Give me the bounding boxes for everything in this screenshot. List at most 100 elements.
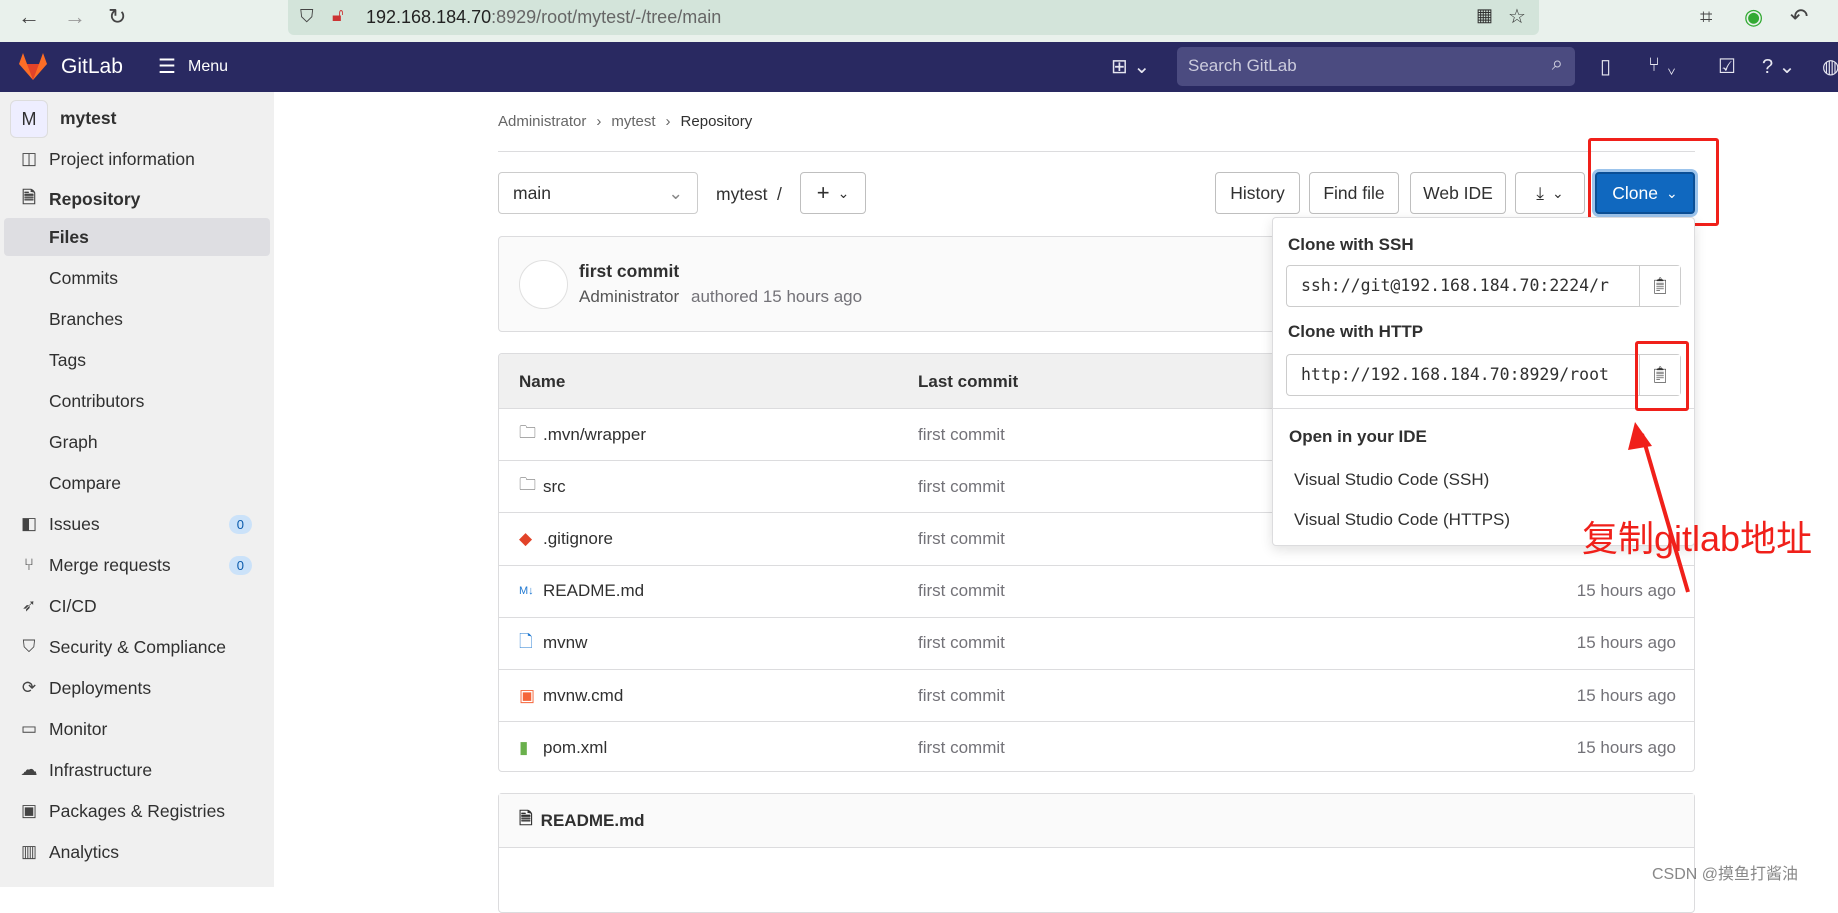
search-icon: ⌕	[1551, 53, 1563, 75]
table-row[interactable]: ▮ pom.xml first commit 15 hours ago	[499, 721, 1694, 771]
sidebar-item-repository[interactable]: 🗎︎ Repository	[0, 180, 274, 218]
commit-message[interactable]: first commit	[918, 425, 1005, 445]
sidebar-item-tags[interactable]: Tags	[0, 341, 274, 379]
commit-message[interactable]: first commit	[918, 686, 1005, 706]
sidebar-item-project-information[interactable]: ◫ Project information	[0, 140, 274, 178]
merge-request-icon[interactable]: ⑂ ⌄	[1648, 54, 1678, 77]
commit-message[interactable]: first commit	[918, 633, 1005, 653]
http-url: http://192.168.184.70:8929/root	[1301, 365, 1609, 384]
sidebar-item-contributors[interactable]: Contributors	[0, 382, 274, 420]
sidebar-item-packages-registries[interactable]: ▣ Packages & Registries	[0, 792, 274, 830]
table-row[interactable]: 🗋︎ mvnw first commit 15 hours ago	[499, 616, 1694, 669]
commit-author[interactable]: Administrator	[579, 287, 679, 307]
chevron-down-icon: ⌄	[668, 182, 683, 203]
sidebar-item-infrastructure[interactable]: ☁ Infrastructure	[0, 751, 274, 789]
table-row[interactable]: M↓ README.md first commit 15 hours ago	[499, 564, 1694, 617]
new-item-icon[interactable]: ⊞ ⌄	[1111, 54, 1150, 79]
annotation-highlight-clone	[1588, 138, 1719, 226]
project-avatar[interactable]: M	[10, 100, 48, 138]
history-button[interactable]: History	[1215, 172, 1300, 214]
sidebar-item-label: Repository	[49, 188, 141, 209]
path-root[interactable]: mytest	[716, 184, 768, 205]
ssh-label: Clone with SSH	[1288, 235, 1414, 254]
web-ide-button[interactable]: Web IDE	[1410, 172, 1506, 214]
sidebar-item-label: Security & Compliance	[49, 636, 227, 657]
http-url-field[interactable]: http://192.168.184.70:8929/root 📋︎	[1286, 354, 1681, 396]
cloud-icon: ☁	[20, 760, 38, 779]
sidebar-item-merge-requests[interactable]: ⑂ Merge requests 0	[0, 546, 274, 584]
menu-button[interactable]: Menu	[188, 58, 228, 76]
forward-icon[interactable]: →	[64, 4, 86, 30]
file-name[interactable]: README.md	[543, 581, 644, 601]
vscode-https-option[interactable]: Visual Studio Code (HTTPS)	[1294, 510, 1510, 530]
issues-icon[interactable]: ▯	[1600, 54, 1611, 79]
ssh-url-field[interactable]: ssh://git@192.168.184.70:2224/r 📋︎	[1286, 265, 1681, 307]
ide-label: Open in your IDE	[1289, 427, 1427, 446]
search-input[interactable]: Search GitLab ⌕	[1177, 47, 1575, 86]
reload-icon[interactable]: ↻	[108, 4, 126, 30]
sidebar-item-label: Issues	[49, 513, 100, 534]
bookmark-star-icon[interactable]: ☆	[1508, 4, 1526, 29]
help-icon[interactable]: ? ⌄	[1762, 54, 1795, 79]
avatar[interactable]	[519, 260, 568, 309]
branch-select[interactable]: main ⌄	[498, 172, 698, 214]
readme-title[interactable]: README.md	[541, 811, 645, 831]
gitlab-brand[interactable]: GitLab	[61, 55, 123, 79]
sidebar-item-files[interactable]: Files	[4, 218, 270, 256]
file-name[interactable]: pom.xml	[543, 738, 607, 758]
undo-icon[interactable]: ↶	[1790, 4, 1808, 30]
sidebar-item-label: Project information	[49, 148, 195, 169]
sidebar-item-deployments[interactable]: ⟳ Deployments	[0, 669, 274, 707]
crop-icon[interactable]: ⌗	[1700, 4, 1712, 30]
add-button[interactable]: + ⌄	[800, 172, 866, 214]
divider	[1273, 408, 1694, 409]
todo-icon[interactable]: ☑	[1718, 54, 1736, 79]
file-name[interactable]: .mvn/wrapper	[543, 425, 646, 445]
download-icon: ⤓	[1536, 182, 1544, 203]
sidebar-item-ci-cd[interactable]: ➶ CI/CD	[0, 587, 274, 625]
sidebar-item-commits[interactable]: Commits	[0, 259, 274, 297]
sidebar-item-monitor[interactable]: ▭ Monitor	[0, 710, 274, 748]
sidebar-item-graph[interactable]: Graph	[0, 423, 274, 461]
project-name[interactable]: mytest	[60, 108, 116, 129]
sidebar-item-label: CI/CD	[49, 595, 97, 616]
sidebar-item-analytics[interactable]: ▥ Analytics	[0, 833, 274, 871]
file-name[interactable]: mvnw.cmd	[543, 686, 623, 706]
document-icon: 🗎︎	[519, 809, 533, 828]
commit-message[interactable]: first commit	[918, 529, 1005, 549]
sidebar-item-issues[interactable]: ◧ Issues 0	[0, 505, 274, 543]
chart-icon: ▥	[20, 842, 38, 861]
commit-meta: authored 15 hours ago	[691, 287, 863, 306]
qr-code-icon[interactable]: ▦	[1476, 5, 1493, 26]
download-button[interactable]: ⤓ ⌄	[1515, 172, 1585, 214]
commit-message[interactable]: first commit	[918, 738, 1005, 758]
gitlab-logo-icon[interactable]	[18, 52, 48, 81]
commit-title[interactable]: first commit	[579, 261, 679, 282]
path-separator: /	[777, 184, 782, 204]
file-name[interactable]: .gitignore	[543, 529, 613, 549]
folder-icon: 🗀︎	[519, 475, 536, 495]
browser-toolbar: ← → ↻ ⛉ 🔓︎ ▦ ☆ 192.168.184.70:8929/root/…	[0, 0, 1838, 42]
find-file-button[interactable]: Find file	[1309, 172, 1399, 214]
commit-message[interactable]: first commit	[918, 477, 1005, 497]
sidebar-item-security-compliance[interactable]: ⛉ Security & Compliance	[0, 628, 274, 666]
breadcrumb-mytest[interactable]: mytest	[611, 113, 655, 130]
copy-ssh-button[interactable]: 📋︎	[1639, 266, 1680, 306]
breadcrumb-repository[interactable]: Repository	[681, 113, 753, 130]
vscode-ssh-option[interactable]: Visual Studio Code (SSH)	[1294, 470, 1489, 490]
breadcrumb-administrator[interactable]: Administrator	[498, 113, 586, 130]
commit-message[interactable]: first commit	[918, 581, 1005, 601]
hamburger-icon[interactable]: ☰	[158, 54, 176, 79]
file-name[interactable]: src	[543, 477, 566, 497]
back-icon[interactable]: ←	[18, 4, 40, 30]
sidebar-item-label: Packages & Registries	[49, 800, 226, 821]
url-text[interactable]: 192.168.184.70:8929/root/mytest/-/tree/m…	[366, 7, 721, 28]
avatar[interactable]: ◍	[1822, 54, 1838, 79]
chevron-right-icon: ›	[596, 113, 602, 130]
sidebar-item-label: Deployments	[49, 677, 152, 698]
extension-icon[interactable]: ◉	[1744, 4, 1763, 30]
file-name[interactable]: mvnw	[543, 633, 587, 653]
sidebar-item-compare[interactable]: Compare	[0, 464, 274, 502]
table-row[interactable]: ▣ mvnw.cmd first commit 15 hours ago	[499, 669, 1694, 721]
sidebar-item-branches[interactable]: Branches	[0, 300, 274, 338]
